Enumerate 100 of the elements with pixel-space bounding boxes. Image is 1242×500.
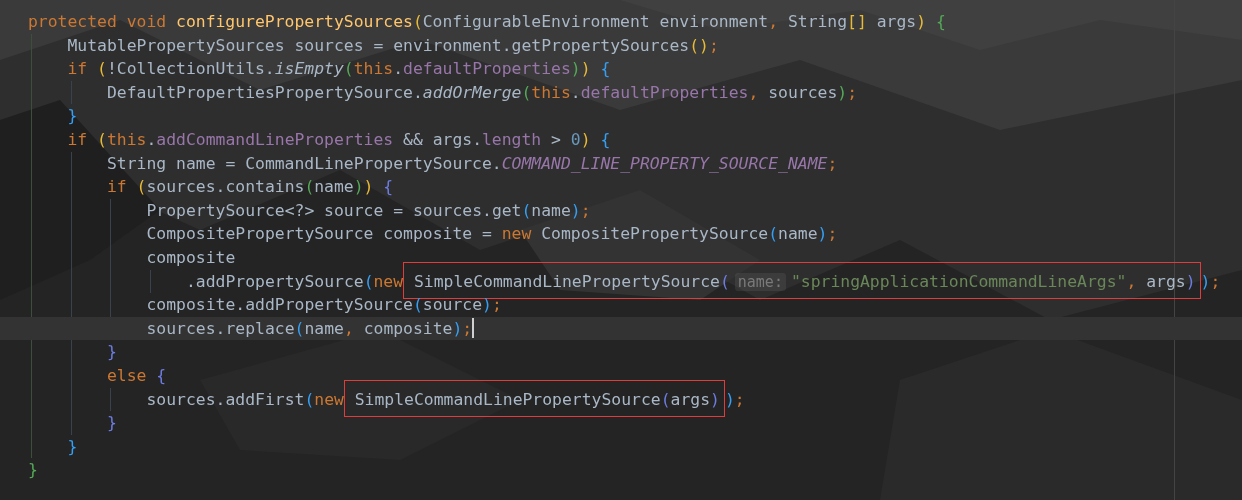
string-literal: "springApplicationCommandLineArgs" bbox=[790, 271, 1127, 291]
field-name: defaultProperties bbox=[403, 59, 571, 79]
bracket: ) bbox=[580, 59, 592, 79]
code-text: && args. bbox=[402, 129, 482, 149]
code-text: sources.replace bbox=[146, 318, 295, 338]
bracket: ) bbox=[1200, 271, 1211, 291]
bracket: ) bbox=[570, 59, 581, 79]
code-text: sources bbox=[768, 82, 838, 102]
keyword: protected bbox=[28, 12, 118, 31]
code-text: !CollectionUtils. bbox=[107, 59, 275, 79]
code-text: > bbox=[550, 129, 562, 149]
bracket: { bbox=[156, 365, 167, 385]
bracket: ) bbox=[1185, 271, 1196, 291]
punctuation: ; bbox=[708, 35, 719, 55]
bracket: ) bbox=[363, 177, 375, 197]
bracket: { bbox=[383, 177, 394, 197]
parameter-hint: name: bbox=[734, 272, 786, 291]
code-text: DefaultPropertiesPropertySource. bbox=[107, 82, 423, 102]
bracket: ( bbox=[719, 271, 730, 291]
bracket: ) bbox=[724, 389, 735, 409]
field-name: addCommandLineProperties bbox=[156, 129, 394, 149]
code-text: source bbox=[422, 295, 483, 315]
bracket: } bbox=[107, 342, 117, 362]
keyword: this bbox=[107, 129, 147, 149]
bracket: } bbox=[28, 460, 38, 480]
bracket: { bbox=[600, 59, 611, 79]
code-text: args bbox=[875, 12, 917, 31]
bracket: ( bbox=[304, 389, 315, 409]
code-text: .addPropertySource bbox=[186, 271, 364, 291]
bracket: ( bbox=[136, 177, 147, 197]
code-text: sources.addFirst bbox=[146, 389, 305, 409]
punctuation: ; bbox=[827, 224, 838, 244]
code-text: String name = CommandLinePropertySource. bbox=[107, 153, 502, 173]
punctuation: , bbox=[748, 82, 760, 102]
keyword: if bbox=[67, 59, 89, 79]
text-cursor bbox=[472, 317, 475, 338]
code-text: name bbox=[304, 318, 344, 338]
bracket: ) bbox=[817, 224, 828, 244]
keyword: this bbox=[353, 59, 394, 79]
bracket: ( bbox=[97, 129, 107, 149]
code-text: name bbox=[314, 177, 354, 197]
code-text: composite bbox=[363, 318, 453, 338]
punctuation: ; bbox=[847, 82, 858, 102]
code-text: name bbox=[531, 200, 571, 220]
bracket: ( bbox=[363, 271, 374, 291]
bracket: ) bbox=[452, 318, 463, 338]
keyword: void bbox=[126, 12, 168, 31]
code-text: CompositePropertySource bbox=[541, 224, 769, 244]
method-name: addOrMerge bbox=[422, 82, 522, 102]
bracket: ) bbox=[570, 200, 581, 220]
punctuation: ; bbox=[827, 153, 838, 173]
bracket: ( bbox=[768, 224, 779, 244]
code-text: . bbox=[146, 129, 157, 149]
code-text: args bbox=[670, 389, 710, 409]
code-text: composite.addPropertySource bbox=[146, 295, 413, 315]
code-text: . bbox=[393, 59, 404, 79]
code-text: sources.contains bbox=[146, 177, 305, 197]
punctuation: ; bbox=[580, 200, 591, 220]
code-text: ConfigurableEnvironment environment bbox=[422, 12, 769, 31]
bracket: ( bbox=[97, 59, 107, 79]
bracket: ) bbox=[916, 12, 928, 31]
punctuation: ; bbox=[1210, 271, 1221, 291]
code-text: SimpleCommandLinePropertySource bbox=[412, 271, 720, 291]
keyword: new bbox=[501, 224, 533, 244]
bracket: ) bbox=[353, 177, 364, 197]
bracket: } bbox=[107, 413, 117, 433]
bracket: ) bbox=[580, 129, 592, 149]
code-text: . bbox=[570, 82, 581, 102]
code-text: SimpleCommandLinePropertySource bbox=[353, 389, 661, 409]
keyword: if bbox=[107, 177, 128, 197]
keyword: this bbox=[531, 82, 571, 102]
bracket: } bbox=[67, 436, 78, 456]
bracket: ( bbox=[412, 295, 423, 315]
punctuation: , bbox=[1126, 271, 1138, 291]
bracket: { bbox=[935, 12, 946, 31]
bracket: ( bbox=[521, 200, 532, 220]
bracket: ( bbox=[294, 318, 305, 338]
bracket: ) bbox=[710, 389, 720, 409]
bracket: ( bbox=[521, 82, 532, 102]
punctuation: ; bbox=[462, 318, 473, 338]
keyword: if bbox=[67, 129, 89, 149]
bracket: ) bbox=[482, 295, 492, 315]
method-name: isEmpty bbox=[274, 59, 344, 79]
field-name: defaultProperties bbox=[580, 82, 749, 102]
constant-name: COMMAND_LINE_PROPERTY_SOURCE_NAME bbox=[501, 153, 828, 173]
bracket: ) bbox=[837, 82, 848, 102]
bracket: ( bbox=[304, 177, 315, 197]
number-literal: 0 bbox=[570, 129, 581, 149]
punctuation: , bbox=[343, 318, 355, 338]
bracket: } bbox=[67, 106, 78, 126]
bracket: ( bbox=[412, 12, 423, 31]
punctuation: ; bbox=[491, 295, 502, 315]
code-text: args bbox=[1146, 271, 1186, 291]
code-text: name bbox=[778, 224, 818, 244]
code-text: composite bbox=[146, 247, 236, 267]
code-text: PropertySource<?> source = sources.get bbox=[146, 200, 522, 220]
code-text: MutablePropertySources sources = environment.getPropertySources bbox=[67, 35, 690, 55]
punctuation: ; bbox=[734, 389, 745, 409]
bracket: () bbox=[689, 35, 709, 55]
keyword: new bbox=[314, 389, 344, 409]
